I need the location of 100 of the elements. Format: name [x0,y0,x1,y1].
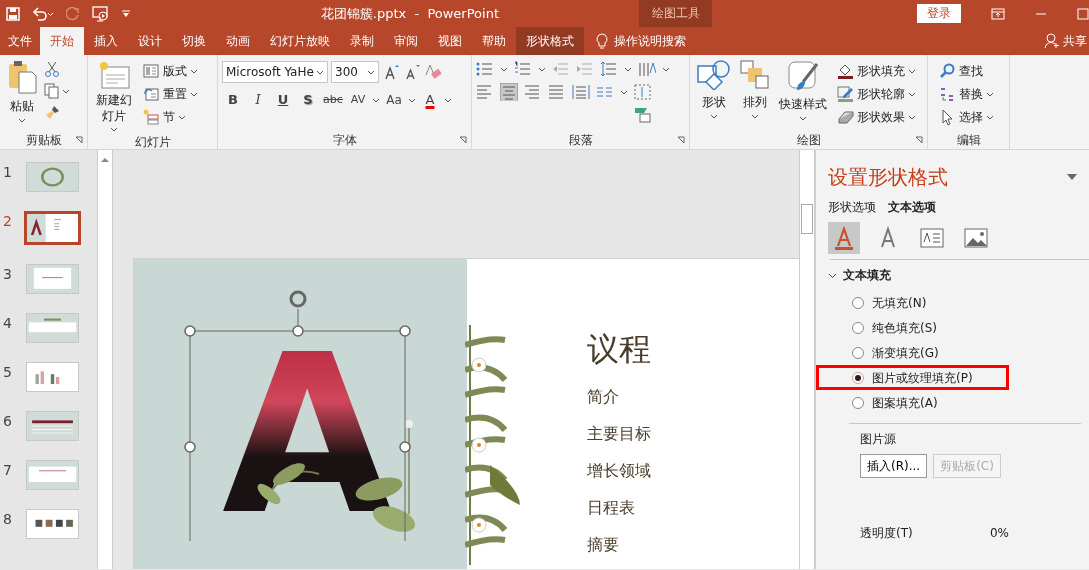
ribbon-button[interactable]: 形状 [694,58,734,131]
ribbon-tab[interactable]: 形状格式 [516,27,584,55]
ribbon-tab[interactable]: 录制 [340,27,384,55]
ribbon-button[interactable]: 版式 [140,61,202,81]
ribbon-button[interactable]: 新建幻灯片 [92,58,137,134]
align-right-icon[interactable] [524,83,542,101]
radio-label[interactable]: 纯色填充(S) [872,318,937,337]
lightbulb-icon[interactable] [596,33,608,49]
redo-icon[interactable] [66,6,80,21]
ribbon-button[interactable]: 节 [140,107,202,127]
save-icon[interactable] [6,6,20,21]
align-text-icon[interactable] [634,84,652,100]
scroll-thumb[interactable] [801,204,813,234]
copy-icon[interactable] [44,83,70,99]
pane-tab[interactable]: 文本选项 [888,198,936,216]
pane-tab[interactable]: 形状选项 [828,198,876,216]
slide-thumbnail[interactable] [26,264,79,294]
radio-button[interactable] [852,321,864,334]
dialog-launcher-icon[interactable] [459,136,467,144]
paste-button[interactable]: 粘贴 [4,58,40,131]
maximize-icon[interactable] [1077,7,1089,20]
ribbon-tab[interactable]: 插入 [84,27,128,55]
slide-thumbnail[interactable] [24,211,81,245]
format-button[interactable]: U [272,89,294,111]
distributed-icon[interactable] [572,83,590,101]
caret-icon [408,97,416,103]
radio-button[interactable] [852,396,864,409]
align-left-icon[interactable] [476,83,494,101]
format-button[interactable]: Aa [383,89,405,111]
dialog-launcher-icon[interactable] [75,136,83,144]
radio-label[interactable]: 无填充(N) [872,293,927,312]
increase-indent-icon[interactable] [576,61,594,77]
text-direction-icon[interactable] [638,61,656,77]
slide-thumbnail[interactable] [26,362,79,392]
radio-button[interactable] [852,346,864,359]
ribbon-tab[interactable]: 幻灯片放映 [260,27,340,55]
format-button[interactable]: AV [347,89,369,111]
share-button[interactable]: 共享 [1063,32,1087,50]
undo-icon[interactable] [32,6,54,21]
pane-button[interactable]: 插入(R)... [860,454,928,478]
ribbon-tab[interactable]: 开始 [40,27,84,55]
radio-label[interactable]: 渐变填充(G) [872,343,939,362]
radio-button[interactable] [852,371,864,384]
cut-icon[interactable] [44,61,60,77]
format-button[interactable]: B [222,89,244,111]
columns-icon[interactable] [596,84,614,100]
slide-thumbnail[interactable] [26,162,79,192]
font-size-field[interactable]: 300 [331,61,379,83]
ribbon-tab[interactable]: 动画 [216,27,260,55]
ribbon-tab[interactable]: 文件 [0,27,40,55]
decrease-indent-icon[interactable] [552,61,570,77]
format-button[interactable]: A [419,89,441,111]
caret-icon [908,114,916,120]
ribbon-button[interactable]: 形状效果 [834,107,919,127]
pane-title: 设置形状格式 [828,164,949,191]
ribbon-button[interactable]: 替换 [936,84,997,104]
ribbon-tab[interactable]: 审阅 [384,27,428,55]
section-header[interactable]: 文本填充 [843,266,891,284]
slide-thumbnail[interactable] [26,460,79,490]
slide-thumbnail[interactable] [26,411,79,441]
font-name-field[interactable]: Microsoft YaHe [222,61,328,83]
align-center-icon[interactable] [500,83,518,101]
ribbon-tab[interactable]: 切换 [172,27,216,55]
bullets-icon[interactable] [476,61,494,77]
radio-button[interactable] [852,296,864,309]
justify-icon[interactable] [548,83,566,101]
ribbon-button[interactable]: 形状填充 [834,61,919,81]
ribbon-button[interactable]: 快速样式 [776,58,830,131]
ribbon-tab[interactable]: 视图 [428,27,472,55]
ribbon-tab[interactable]: 设计 [128,27,172,55]
shrink-font-icon[interactable] [403,63,421,81]
radio-label[interactable]: 图案填充(A) [872,393,938,412]
slide-thumbnail[interactable] [26,313,79,343]
numbering-icon[interactable] [514,61,532,77]
smartart-icon[interactable] [634,107,652,123]
brush-icon[interactable] [44,105,60,121]
person-icon[interactable] [1044,33,1060,49]
format-button[interactable]: S [297,89,319,111]
radio-label[interactable]: 图片或纹理填充(P) [872,368,973,387]
grow-font-icon[interactable] [382,63,400,81]
presentation-icon[interactable] [92,5,110,22]
line-spacing-icon[interactable] [600,61,618,77]
format-button[interactable]: abc [322,89,344,111]
ribbon-button[interactable]: 重置 [140,84,202,104]
group-label: 段落 [568,132,593,149]
ribbon-button[interactable]: 选择 [936,107,997,127]
ribbon-button[interactable]: 查找 [936,61,997,81]
sign-in-button[interactable]: 登录 [917,4,961,23]
tell-me-search[interactable]: 操作说明搜索 [614,32,686,50]
dialog-launcher-icon[interactable] [677,136,685,144]
ribbon-tab[interactable]: 帮助 [472,27,516,55]
dialog-launcher-icon[interactable] [915,136,923,144]
format-button[interactable]: I [247,89,269,111]
customize-caret-icon[interactable] [122,9,130,18]
slide-thumbnail[interactable] [26,509,79,539]
ribbon-button[interactable]: 形状轮廓 [834,84,919,104]
dropdown-icon[interactable] [1067,174,1077,180]
icon-tab[interactable] [828,222,860,254]
ribbon-button[interactable]: 排列 [737,58,773,131]
ribbon-display-icon[interactable] [991,7,1005,20]
